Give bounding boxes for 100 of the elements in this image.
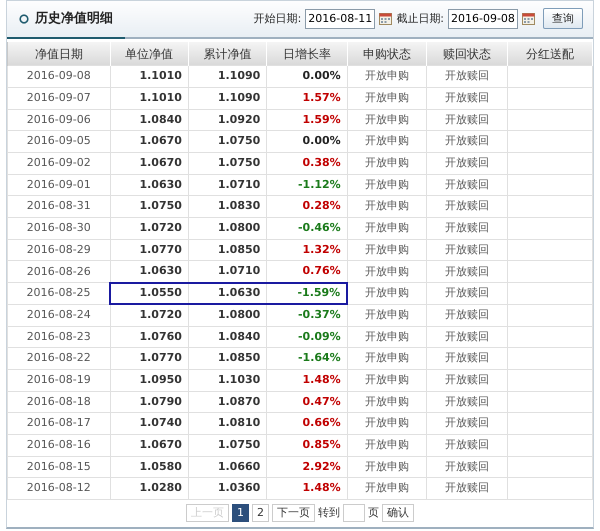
table-cell: 1.0670 <box>110 152 188 174</box>
table-cell: 2016-08-25 <box>8 282 110 304</box>
calendar-icon[interactable] <box>522 12 535 26</box>
table-cell: 1.0870 <box>188 391 267 413</box>
table-cell: 开放赎回 <box>426 348 508 370</box>
table-cell: 1.59% <box>266 109 348 131</box>
table-cell: 开放申购 <box>347 304 427 326</box>
table-cell: 开放申购 <box>347 130 427 152</box>
table-cell: 2016-08-18 <box>8 391 110 413</box>
table-cell: 开放申购 <box>347 196 427 218</box>
table-cell: 1.0850 <box>188 239 267 261</box>
table-cell: 1.0800 <box>188 218 267 240</box>
table-cell: 0.28% <box>266 196 348 218</box>
table-cell: 2016-09-05 <box>8 130 110 152</box>
table-cell: 1.1090 <box>188 66 267 88</box>
table-cell: 开放赎回 <box>426 456 508 478</box>
table-cell: 1.0770 <box>110 239 188 261</box>
table-cell: 1.0800 <box>188 304 267 326</box>
table-cell: 开放申购 <box>347 391 427 413</box>
date-field[interactable]: 2016-08-11 <box>305 8 376 29</box>
table-cell: 开放赎回 <box>426 87 508 110</box>
query-button[interactable]: 查询 <box>543 8 583 30</box>
column-header: 分红送配 <box>507 42 592 66</box>
table-cell: 1.0670 <box>110 130 188 152</box>
table-cell: -0.37% <box>266 304 348 326</box>
table-cell: 开放申购 <box>347 66 427 88</box>
page-button[interactable]: 2 <box>252 504 269 522</box>
table-cell: 1.0920 <box>188 109 267 131</box>
table-cell: 开放申购 <box>347 239 427 261</box>
table-cell: 0.85% <box>266 434 348 456</box>
table-cell: 0.00% <box>266 66 348 88</box>
table-cell: 开放申购 <box>347 282 427 304</box>
table-cell: 1.0830 <box>188 196 267 218</box>
table-cell: 1.0950 <box>110 369 188 392</box>
table-cell: 1.0630 <box>110 174 188 196</box>
table-cell: 开放申购 <box>347 478 427 500</box>
table-cell: 开放赎回 <box>426 239 508 261</box>
table-cell: 1.0770 <box>110 348 188 370</box>
field-label: 截止日期: <box>396 10 444 27</box>
date-field[interactable]: 2016-09-08 <box>448 8 518 29</box>
table-cell: 2016-09-02 <box>8 152 110 174</box>
table-cell: 2016-08-30 <box>8 218 110 240</box>
table-cell: 0.66% <box>266 412 348 434</box>
table-cell: 1.0280 <box>110 478 188 500</box>
table-cell: 开放赎回 <box>426 391 508 413</box>
calendar-icon[interactable] <box>379 12 392 26</box>
table-cell: 2016-08-22 <box>8 348 110 370</box>
table-cell: 开放赎回 <box>426 369 508 392</box>
table-cell: 开放赎回 <box>426 109 508 131</box>
column-header: 单位净值 <box>110 42 188 66</box>
table-cell: 开放赎回 <box>426 174 508 196</box>
table-cell: 1.0710 <box>188 174 267 196</box>
column-header: 净值日期 <box>8 42 110 66</box>
table-cell: 2016-08-15 <box>8 456 110 478</box>
table-cell: 1.0760 <box>110 326 188 348</box>
table-cell: 1.0740 <box>110 412 188 434</box>
column-header: 日增长率 <box>266 42 348 66</box>
table-cell: 1.0550 <box>110 282 188 304</box>
table-cell: 开放申购 <box>347 260 427 283</box>
table-cell: -1.59% <box>266 282 348 304</box>
table-cell: 2.92% <box>266 456 348 478</box>
table-cell: 1.0720 <box>110 304 188 326</box>
table-cell: 开放申购 <box>347 218 427 240</box>
confirm-button[interactable]: 确认 <box>382 504 414 522</box>
table-cell: 开放申购 <box>347 456 427 478</box>
table-cell: 开放申购 <box>347 412 427 434</box>
table-cell: 1.0750 <box>110 196 188 218</box>
table-cell: 1.1030 <box>188 369 267 392</box>
table-cell: 开放赎回 <box>426 152 508 174</box>
page-button[interactable]: 1 <box>232 504 249 522</box>
table-cell: 2016-08-23 <box>8 326 110 348</box>
table-cell: -0.09% <box>266 326 348 348</box>
table-cell: 1.1010 <box>110 66 188 88</box>
panel-title: 历史净值明细 <box>35 10 113 28</box>
table-cell: 1.0670 <box>110 434 188 456</box>
table-cell: 1.0850 <box>188 348 267 370</box>
page-input[interactable] <box>343 504 365 522</box>
table-cell: 2016-08-16 <box>8 434 110 456</box>
table-cell: 2016-09-07 <box>8 87 110 110</box>
table-cell: 开放申购 <box>347 326 427 348</box>
table-cell: 开放赎回 <box>426 196 508 218</box>
table-cell: 2016-09-08 <box>8 66 110 88</box>
table-cell: 1.0660 <box>188 456 267 478</box>
table-cell: 1.0750 <box>188 434 267 456</box>
table-cell: 开放申购 <box>347 369 427 392</box>
table-cell: 2016-08-29 <box>8 239 110 261</box>
goto-label: 转到 <box>318 504 340 521</box>
table-cell: -1.12% <box>266 174 348 196</box>
table-cell: 开放申购 <box>347 434 427 456</box>
table-cell: 开放申购 <box>347 109 427 131</box>
table-cell: 1.0580 <box>110 456 188 478</box>
column-header: 申购状态 <box>347 42 427 66</box>
table-cell: 0.47% <box>266 391 348 413</box>
table-cell: 0.38% <box>266 152 348 174</box>
next-page-button[interactable]: 下一页 <box>272 504 315 522</box>
table-cell: 1.0810 <box>188 412 267 434</box>
table-cell: 1.0790 <box>110 391 188 413</box>
table-cell: 1.48% <box>266 369 348 392</box>
table-cell: 1.0750 <box>188 152 267 174</box>
table-cell: -1.64% <box>266 348 348 370</box>
